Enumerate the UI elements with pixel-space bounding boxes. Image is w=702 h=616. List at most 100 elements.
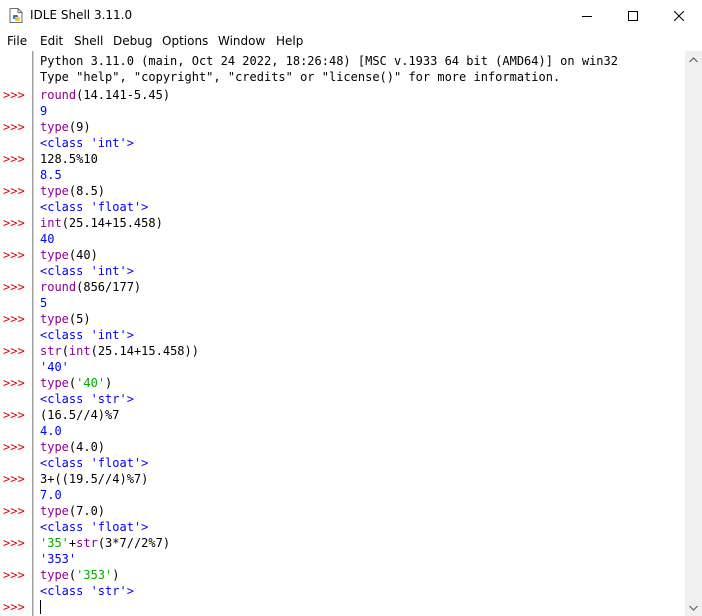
string-token: '35' [40, 536, 69, 550]
maximize-icon [628, 10, 638, 21]
input-line: type(4.0) [40, 439, 105, 455]
output-line: <class 'str'> [40, 584, 134, 598]
prompt-marker: >>> [3, 440, 25, 454]
prompt-marker: >>> [3, 152, 25, 166]
prompt-marker: >>> [3, 88, 25, 102]
menu-bar: File Edit Shell Debug Options Window Hel… [0, 31, 702, 51]
code-token: (25.14+15.458) [61, 216, 163, 230]
menu-shell[interactable]: Shell [74, 34, 103, 48]
input-line: 128.5%10 [40, 151, 98, 167]
output-line: <class 'float'> [40, 520, 149, 534]
close-icon [674, 10, 684, 21]
builtin-token: round [40, 88, 77, 102]
output-line: <class 'str'> [40, 392, 134, 406]
output-line: <class 'float'> [40, 200, 149, 214]
code-token: (16.5//4)%7 [40, 408, 120, 422]
prompt-marker: >>> [3, 280, 25, 294]
code-token: (40) [68, 248, 98, 262]
builtin-token: type [40, 248, 69, 262]
input-line: type(40) [40, 247, 98, 263]
code-token: (9) [68, 120, 91, 134]
input-line: type(5) [40, 311, 91, 327]
prompt-marker: >>> [3, 376, 25, 390]
python-idle-icon [9, 8, 23, 23]
prompt-marker: >>> [3, 184, 25, 198]
minimize-button[interactable] [564, 0, 610, 31]
prompt-marker: >>> [3, 568, 25, 582]
minimize-icon [582, 15, 592, 17]
prompt-gutter: >>> >>> >>> >>> >>> >>> >>> >>> >>> >>> >>> >>> >>> >… [0, 51, 33, 616]
builtin-token: str [40, 344, 62, 358]
code-token: (3*7//2%7) [97, 536, 171, 550]
input-line: str(int(25.14+15.458)) [40, 343, 199, 359]
chevron-up-icon [689, 56, 698, 62]
output-line: 5 [40, 296, 48, 310]
input-line: type(8.5) [40, 183, 105, 199]
menu-window[interactable]: Window [218, 34, 265, 48]
code-token: (4.0) [68, 440, 106, 454]
builtin-token: round [40, 280, 77, 294]
menu-file[interactable]: File [7, 34, 27, 48]
banner-line: Python 3.11.0 (main, Oct 24 2022, 18:26:… [40, 54, 618, 68]
prompt-marker: >>> [3, 120, 25, 134]
input-line: type('40') [40, 375, 112, 391]
input-line: (16.5//4)%7 [40, 407, 119, 423]
builtin-token: str [76, 536, 98, 550]
input-line: '35'+str(3*7//2%7) [40, 535, 170, 551]
scroll-up-button[interactable] [685, 51, 702, 68]
menu-help[interactable]: Help [276, 34, 303, 48]
code-token: (14.141-5.45) [76, 88, 171, 102]
input-line: round(14.141-5.45) [40, 87, 170, 103]
builtin-token: type [40, 312, 69, 326]
shell-area: >>> >>> >>> >>> >>> >>> >>> >>> >>> >>> >>> >>> >>> >… [0, 51, 702, 616]
builtin-token: type [40, 568, 69, 582]
output-line: 7.0 [40, 488, 62, 502]
menu-edit[interactable]: Edit [40, 34, 63, 48]
output-line: <class 'int'> [40, 264, 134, 278]
code-token: ( [61, 344, 69, 358]
output-line: '40' [40, 360, 69, 374]
prompt-marker: >>> [3, 408, 25, 422]
builtin-token: type [40, 376, 69, 390]
string-token: '40' [76, 376, 106, 390]
string-token: '353' [76, 568, 113, 582]
title-bar[interactable]: IDLE Shell 3.11.0 [0, 0, 702, 31]
builtin-token: type [40, 184, 69, 198]
input-line: type(7.0) [40, 503, 105, 519]
code-token: 3+((19.5//4)%7) [40, 472, 149, 486]
input-line: round(856/177) [40, 279, 141, 295]
menu-options[interactable]: Options [162, 34, 208, 48]
prompt-marker: >>> [3, 312, 25, 326]
prompt-marker: >>> [3, 536, 25, 550]
input-line: type(9) [40, 119, 91, 135]
code-token: (8.5) [68, 184, 106, 198]
builtin-token: int [68, 344, 91, 358]
prompt-marker: >>> [3, 472, 25, 486]
prompt-marker: >>> [3, 600, 25, 614]
code-token: (25.14+15.458)) [90, 344, 199, 358]
input-line: int(25.14+15.458) [40, 215, 163, 231]
builtin-token: type [40, 440, 69, 454]
prompt-marker: >>> [3, 248, 25, 262]
text-caret [40, 600, 41, 614]
output-line: <class 'float'> [40, 456, 149, 470]
output-line: <class 'int'> [40, 136, 134, 150]
shell-text[interactable]: Python 3.11.0 (main, Oct 24 2022, 18:26:… [33, 51, 685, 616]
scroll-down-button[interactable] [685, 599, 702, 616]
input-line: 3+((19.5//4)%7) [40, 471, 148, 487]
chevron-down-icon [689, 605, 698, 611]
maximize-button[interactable] [610, 0, 656, 31]
output-line: 40 [40, 232, 55, 246]
banner-line: Type "help", "copyright", "credits" or "… [40, 70, 561, 84]
menu-debug[interactable]: Debug [113, 34, 152, 48]
builtin-token: type [40, 504, 69, 518]
prompt-marker: >>> [3, 344, 25, 358]
code-token: (7.0) [68, 504, 106, 518]
builtin-token: type [40, 120, 69, 134]
output-line: 9 [40, 104, 48, 118]
prompt-marker: >>> [3, 216, 25, 230]
output-line: <class 'int'> [40, 328, 134, 342]
close-button[interactable] [656, 0, 702, 31]
vertical-scrollbar[interactable] [685, 51, 702, 616]
code-token: (856/177) [76, 280, 142, 294]
